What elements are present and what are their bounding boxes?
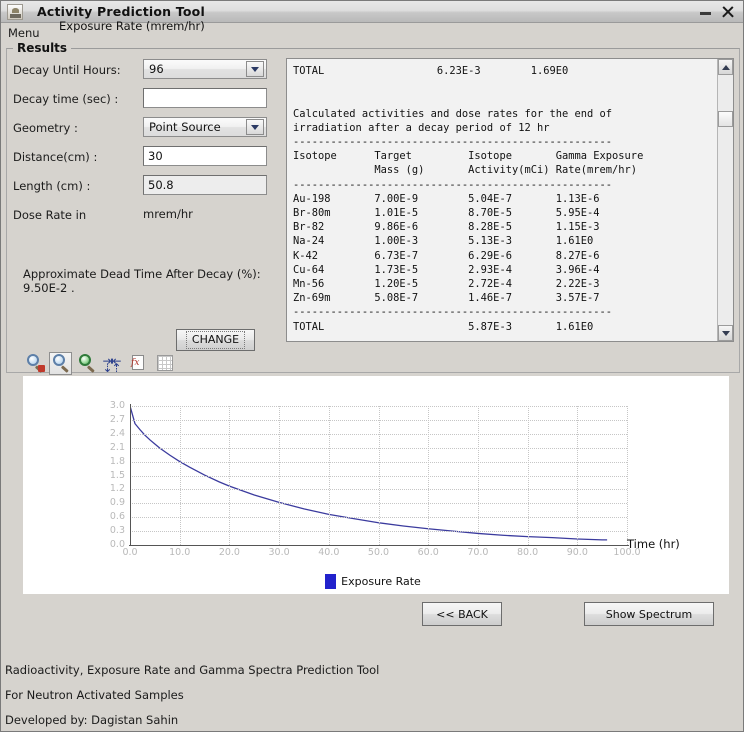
scroll-up-icon[interactable]	[718, 59, 733, 75]
chart-gridline-horizontal	[130, 489, 627, 491]
field-geometry: Geometry : Point Source	[11, 117, 276, 146]
application-window: Activity Prediction Tool Menu Results De…	[0, 0, 744, 732]
label-length: Length (cm) :	[13, 179, 91, 193]
chart-y-tick-labels: 0.0 0.3 0.6 0.9 1.2 1.5 1.8 2.1 2.4 2.7 3.0	[93, 399, 125, 550]
chart-y-tick: 0.3	[109, 525, 125, 537]
chart-gridline-horizontal	[130, 419, 627, 421]
menu-item-menu[interactable]: Menu	[1, 25, 46, 41]
dead-time-note: Approximate Dead Time After Decay (%): 9…	[23, 267, 261, 295]
close-icon[interactable]	[721, 5, 734, 18]
change-button-label: CHANGE	[185, 331, 246, 349]
show-spectrum-button[interactable]: Show Spectrum	[584, 602, 714, 626]
chart-gridline-horizontal	[130, 503, 627, 505]
function-editor-icon[interactable]: fx	[127, 352, 150, 375]
chart-y-tick: 2.1	[109, 441, 125, 453]
chart-y-tick: 1.8	[109, 455, 125, 467]
field-length: Length (cm) : 50.8	[11, 175, 276, 204]
chart-x-tick: 70.0	[467, 547, 489, 558]
fit-width-icon[interactable]: ⇥ ⇤ ⇣ ⇡	[101, 352, 124, 375]
dose-rate-unit-value: mrem/hr	[143, 207, 193, 221]
chart-legend: Exposure Rate	[1, 574, 744, 589]
legend-label-exposure-rate: Exposure Rate	[341, 575, 421, 588]
chart-x-tick: 20.0	[218, 547, 240, 558]
chart-y-tick: 1.5	[109, 469, 125, 481]
zoom-in-icon[interactable]	[49, 351, 72, 375]
minimize-icon[interactable]	[700, 6, 711, 17]
results-scrollbar[interactable]	[717, 59, 733, 341]
chart-gridline-horizontal	[130, 406, 627, 407]
decay-until-hours-combo[interactable]: 96	[143, 59, 267, 79]
chart-gridline-horizontal	[130, 447, 627, 449]
grid-toggle-icon[interactable]	[153, 352, 176, 375]
series-exposure-rate	[129, 405, 608, 541]
field-decay-until-hours: Decay Until Hours: 96	[11, 59, 276, 88]
scroll-down-icon[interactable]	[718, 325, 733, 341]
label-decay-until-hours: Decay Until Hours:	[13, 63, 121, 77]
label-dose-rate-in: Dose Rate in	[13, 208, 87, 222]
label-geometry: Geometry :	[13, 121, 78, 135]
footer: Radioactivity, Exposure Rate and Gamma S…	[5, 652, 741, 727]
chart-gridline-vertical	[627, 406, 628, 545]
decay-until-hours-value: 96	[149, 62, 164, 76]
decay-time-input[interactable]	[143, 88, 267, 108]
label-decay-time: Decay time (sec) :	[13, 92, 119, 106]
geometry-value: Point Source	[149, 120, 221, 134]
chart-x-tick: 60.0	[417, 547, 439, 558]
legend-swatch-exposure-rate	[325, 574, 337, 589]
field-dose-rate-unit: Dose Rate in mrem/hr	[11, 204, 276, 233]
results-text[interactable]: TOTAL 6.23E-3 1.69E0 Calculated activiti…	[287, 59, 717, 341]
chart-y-tick: 0.6	[109, 511, 125, 523]
label-distance: Distance(cm) :	[13, 150, 98, 164]
chart-x-tick: 30.0	[268, 547, 290, 558]
chart-x-tick: 50.0	[367, 547, 390, 558]
field-decay-time: Decay time (sec) :	[11, 88, 276, 117]
back-button[interactable]: << BACK	[422, 602, 502, 626]
footer-line-1: Radioactivity, Exposure Rate and Gamma S…	[5, 663, 380, 677]
chart-x-tick: 0.0	[122, 547, 138, 558]
chart-x-tick: 40.0	[318, 547, 340, 558]
footer-line-3: Developed by: Dagistan Sahin	[5, 713, 179, 727]
chart-y-axis-title: Exposure Rate (mrem/hr)	[59, 19, 205, 33]
chart-toolbar: ⇥ ⇤ ⇣ ⇡ fx	[23, 350, 176, 376]
chart-x-tick: 10.0	[169, 547, 191, 558]
chart-y-tick: 3.0	[109, 400, 125, 411]
chart-gridline-horizontal	[130, 475, 627, 477]
footer-line-2: For Neutron Activated Samples	[5, 688, 184, 702]
chart-x-axis	[129, 545, 629, 546]
chart-plot-area[interactable]	[129, 405, 628, 545]
change-button[interactable]: CHANGE	[176, 329, 255, 351]
chart-gridline-horizontal	[130, 433, 627, 435]
chart-y-tick: 1.2	[109, 483, 125, 495]
chart-gridline-horizontal	[130, 517, 627, 519]
zoom-fit-icon[interactable]	[75, 352, 98, 375]
app-icon	[7, 3, 23, 20]
chart-x-tick: 80.0	[517, 547, 539, 558]
chevron-down-icon[interactable]	[246, 119, 264, 135]
chart-y-tick: 2.7	[109, 413, 125, 425]
window-title: Activity Prediction Tool	[37, 4, 205, 19]
chart-gridline-horizontal	[130, 461, 627, 463]
results-text-panel: TOTAL 6.23E-3 1.69E0 Calculated activiti…	[286, 58, 734, 342]
zoom-out-icon[interactable]	[23, 352, 46, 375]
geometry-combo[interactable]: Point Source	[143, 117, 267, 137]
length-input[interactable]: 50.8	[143, 175, 267, 195]
chart-x-tick: 90.0	[566, 547, 588, 558]
chart-y-tick: 2.4	[109, 427, 125, 439]
chart-y-tick: 0.9	[109, 497, 125, 509]
chart-y-axis	[130, 404, 131, 545]
chevron-down-icon[interactable]	[246, 61, 264, 77]
distance-input[interactable]: 30	[143, 146, 267, 166]
chart-gridline-horizontal	[130, 531, 627, 533]
field-distance: Distance(cm) : 30	[11, 146, 276, 175]
parameters-form: Decay Until Hours: 96 Decay time (sec) :…	[11, 59, 276, 351]
scrollbar-thumb[interactable]	[718, 111, 733, 127]
window-controls	[700, 5, 743, 18]
chart-x-axis-label: Time (hr)	[627, 537, 680, 551]
results-group-title: Results	[13, 41, 72, 55]
